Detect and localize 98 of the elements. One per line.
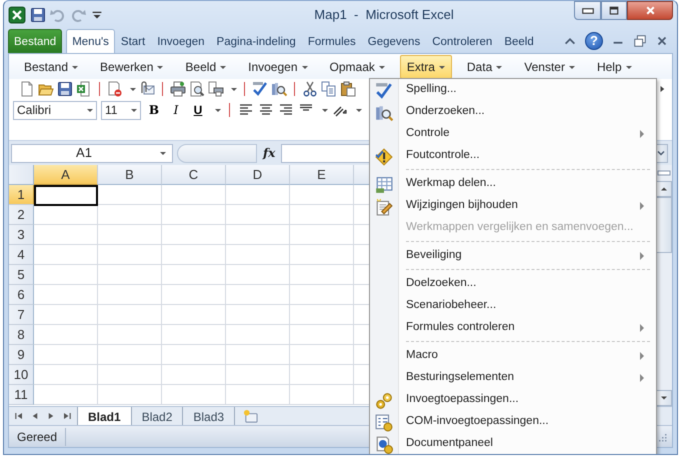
attachment-icon[interactable] — [139, 81, 155, 97]
menu-item[interactable]: Controle — [370, 123, 656, 145]
selected-cell[interactable] — [34, 185, 98, 206]
column-header[interactable]: A — [34, 165, 98, 185]
gears-icon — [375, 392, 393, 410]
menu-item[interactable]: Macro — [370, 345, 656, 367]
ribbon-tab[interactable]: Invoegen — [151, 29, 211, 53]
minimize-icon — [582, 8, 594, 14]
scroll-down-button[interactable] — [656, 390, 672, 406]
menu-item[interactable]: Beveiliging — [370, 245, 656, 267]
caret-icon[interactable] — [322, 108, 328, 112]
ribbon-tab[interactable]: Gegevens — [362, 29, 426, 53]
ribbon-tab[interactable]: Formules — [302, 29, 362, 53]
menu-item[interactable]: Documentpaneel — [370, 433, 656, 454]
window-title: Map1 - Microsoft Excel — [313, 6, 455, 24]
column-header[interactable]: C — [162, 165, 226, 185]
menu-item[interactable]: Werkmap delen... — [370, 173, 656, 195]
column-header[interactable]: E — [290, 165, 354, 185]
insert-sheet-icon[interactable] — [243, 408, 258, 424]
maximize-icon — [608, 4, 620, 16]
caret-icon[interactable] — [215, 108, 221, 112]
menu-bar-item[interactable]: Bestand — [17, 54, 86, 78]
scroll-up-button[interactable] — [656, 181, 672, 197]
track-changes-icon — [375, 198, 393, 216]
ribbon-tab[interactable]: Start — [114, 29, 152, 53]
caret-icon[interactable] — [130, 88, 136, 90]
save-icon[interactable] — [30, 6, 46, 22]
underline-button[interactable]: U — [189, 101, 207, 119]
print-preview-icon[interactable] — [189, 81, 205, 97]
row-header[interactable]: 10 — [9, 365, 34, 385]
status-text: Gereed — [9, 428, 66, 446]
column-header[interactable]: B — [98, 165, 162, 185]
scroll-thumb[interactable] — [656, 197, 672, 253]
copy-icon[interactable] — [321, 81, 337, 97]
menu-bar-item[interactable]: Extra — [400, 54, 452, 78]
row-header[interactable]: 9 — [9, 345, 34, 365]
caret-icon[interactable] — [231, 88, 237, 90]
name-box[interactable]: A1 — [11, 144, 173, 162]
menu-bar-item[interactable]: Invoegen — [241, 54, 315, 78]
list-gear-icon — [375, 414, 393, 432]
workbook-icon[interactable] — [76, 81, 92, 97]
minimize-button[interactable] — [574, 1, 601, 20]
menu-item[interactable]: Scenariobeheer... — [370, 295, 656, 317]
last-sheet-icon[interactable] — [61, 410, 73, 422]
menu-item[interactable]: Doelzoeken... — [370, 273, 656, 295]
ribbon-tab[interactable]: Pagina-indeling — [210, 29, 302, 53]
spelling-check-icon — [375, 82, 393, 100]
italic-button[interactable]: I — [167, 101, 185, 119]
page-setup-icon[interactable] — [208, 81, 224, 97]
file-tab[interactable]: Bestand — [8, 29, 62, 53]
menu-item[interactable]: Onderzoeken... — [370, 101, 656, 123]
bold-button[interactable]: B — [145, 101, 163, 119]
sheet-tab[interactable]: Blad1 — [78, 407, 132, 425]
print-icon[interactable] — [170, 81, 186, 97]
row-header[interactable]: 1 — [9, 185, 34, 205]
row-header[interactable]: 11 — [9, 385, 34, 405]
menu-item[interactable]: COM-invoegtoepassingen... — [370, 411, 656, 433]
caret-icon[interactable] — [356, 108, 362, 112]
row-header[interactable]: 4 — [9, 245, 34, 265]
menu-bar-item[interactable]: Bewerken — [93, 54, 170, 78]
menu-item[interactable]: Formules controleren — [370, 317, 656, 339]
spelling-icon[interactable] — [252, 81, 268, 97]
research-icon — [375, 104, 393, 122]
menu-item[interactable]: Wijzigingen bijhouden — [370, 195, 656, 217]
ribbon-tab[interactable]: Beeld — [498, 29, 540, 53]
document-gear-icon — [375, 436, 393, 454]
save-icon[interactable] — [57, 81, 73, 97]
excel-icon[interactable] — [8, 6, 26, 24]
font-size-field[interactable]: 11 — [101, 100, 141, 120]
row-header[interactable]: 8 — [9, 325, 34, 345]
restore-workbook-icon[interactable] — [633, 34, 647, 48]
formula-bar-grip[interactable] — [177, 144, 257, 162]
row-header[interactable]: 7 — [9, 305, 34, 325]
column-header[interactable]: D — [226, 165, 290, 185]
shared-workbook-icon — [375, 176, 393, 194]
row-header[interactable]: 5 — [9, 265, 34, 285]
warning-icon — [375, 148, 393, 166]
first-sheet-icon[interactable] — [13, 410, 25, 422]
menu-item[interactable]: Spelling... — [370, 79, 656, 101]
close-icon — [644, 4, 656, 17]
new-document-icon[interactable] — [19, 81, 35, 97]
font-field[interactable]: Calibri — [13, 100, 97, 120]
menu-bar-item[interactable]: Beeld — [178, 54, 234, 78]
cut-icon[interactable] — [302, 81, 318, 97]
permission-icon[interactable] — [107, 81, 123, 97]
research-icon[interactable] — [271, 81, 287, 97]
paste-icon[interactable] — [340, 81, 356, 97]
ribbon-tab[interactable]: Controleren — [426, 29, 498, 53]
menu-item[interactable]: Foutcontrole... — [370, 145, 656, 167]
row-header[interactable]: 3 — [9, 225, 34, 245]
row-header[interactable]: 6 — [9, 285, 34, 305]
ribbon-tab[interactable]: Menu's — [66, 29, 115, 53]
close-button[interactable] — [627, 1, 673, 20]
maximize-button[interactable] — [601, 1, 627, 20]
menu-item[interactable]: Besturingselementen — [370, 367, 656, 389]
menu-item[interactable]: Invoegtoepassingen... — [370, 389, 656, 411]
insert-function-button[interactable]: fx — [257, 144, 282, 162]
row-header[interactable]: 2 — [9, 205, 34, 225]
